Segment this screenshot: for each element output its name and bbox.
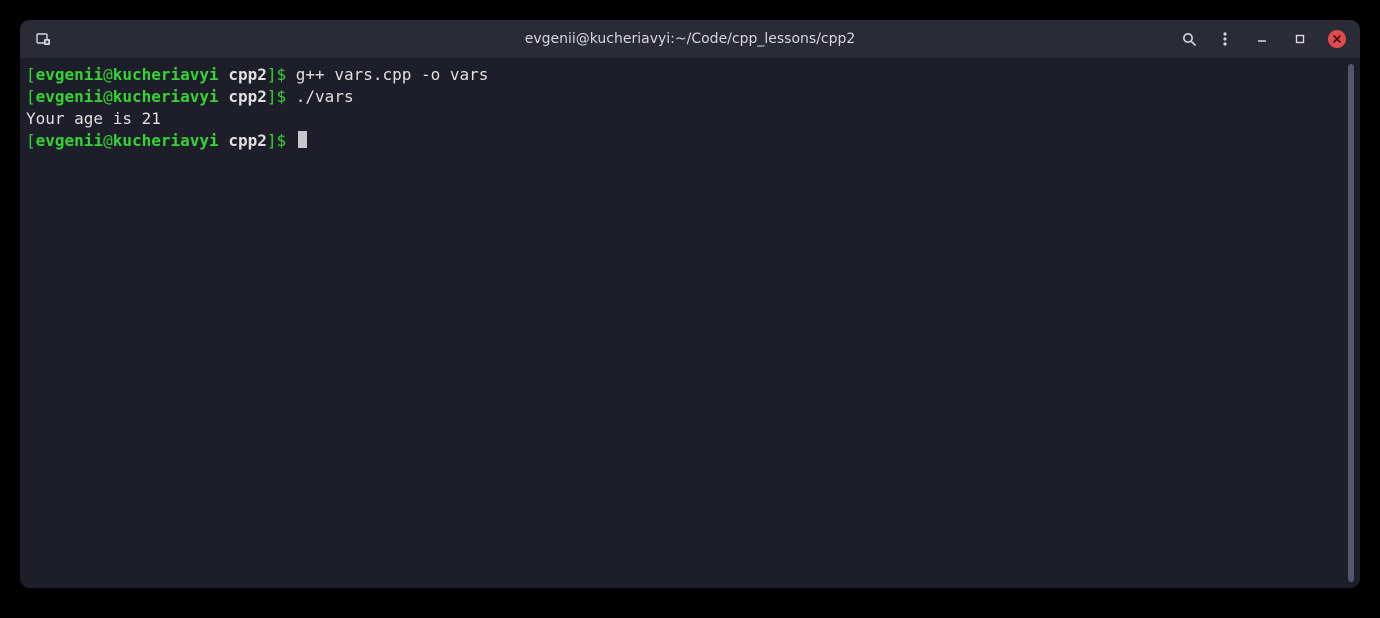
- cursor: [298, 131, 307, 148]
- close-button[interactable]: [1328, 30, 1346, 48]
- minimize-button[interactable]: [1252, 29, 1272, 49]
- terminal-area[interactable]: [evgenii@kucheriavyi cpp2]$ g++ vars.cpp…: [20, 58, 1360, 588]
- scrollbar-thumb[interactable]: [1348, 64, 1354, 582]
- terminal-content[interactable]: [evgenii@kucheriavyi cpp2]$ g++ vars.cpp…: [24, 64, 1346, 582]
- terminal-prompt-line: [evgenii@kucheriavyi cpp2]$: [26, 130, 1346, 152]
- window-title: evgenii@kucheriavyi:~/Code/cpp_lessons/c…: [20, 31, 1360, 47]
- terminal-line: [evgenii@kucheriavyi cpp2]$ g++ vars.cpp…: [26, 64, 1346, 86]
- scrollbar[interactable]: [1346, 64, 1356, 582]
- maximize-button[interactable]: [1290, 29, 1310, 49]
- terminal-line: [evgenii@kucheriavyi cpp2]$ ./vars: [26, 86, 1346, 108]
- menu-icon[interactable]: [1216, 30, 1234, 48]
- command-text: g++ vars.cpp -o vars: [296, 65, 489, 84]
- titlebar-left: [28, 30, 52, 48]
- new-tab-icon[interactable]: [34, 30, 52, 48]
- search-icon[interactable]: [1180, 30, 1198, 48]
- terminal-output: Your age is 21: [26, 108, 1346, 130]
- command-text: ./vars: [296, 87, 354, 106]
- titlebar: evgenii@kucheriavyi:~/Code/cpp_lessons/c…: [20, 20, 1360, 58]
- terminal-window: evgenii@kucheriavyi:~/Code/cpp_lessons/c…: [20, 20, 1360, 588]
- titlebar-right: [1180, 29, 1352, 49]
